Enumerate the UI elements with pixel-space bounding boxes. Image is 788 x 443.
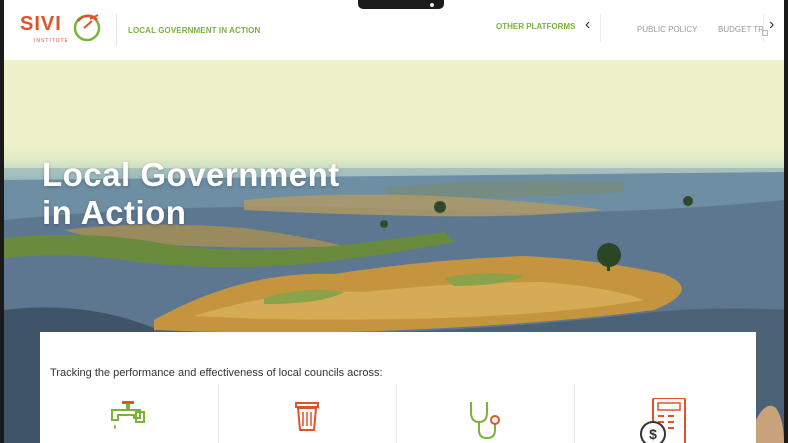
stethoscope-icon (469, 402, 500, 440)
tracking-card: Tracking the performance and effectivene… (40, 332, 756, 443)
site-header: SIVI INSTITUTE LOCAL GOVERNMENT IN ACTIO… (4, 0, 784, 60)
external-link-icon (762, 30, 768, 36)
site-title[interactable]: LOCAL GOVERNMENT IN ACTION (128, 26, 260, 35)
tile-water[interactable] (40, 384, 216, 443)
trash-bin-icon (294, 402, 319, 431)
chevron-right-icon[interactable]: › (769, 16, 774, 34)
webcam-notch (358, 0, 444, 9)
logo-ring-icon (73, 14, 101, 42)
svg-text:$: $ (649, 426, 657, 442)
logo-subtext: INSTITUTE (34, 38, 69, 44)
tracking-description: Tracking the performance and effectivene… (50, 367, 383, 379)
hero-title-line-1: Local Government (42, 156, 340, 193)
water-tap-icon (111, 401, 145, 429)
sivio-logo[interactable]: SIVI INSTITUTE (18, 11, 108, 51)
hero-title-line-2: in Action (42, 194, 187, 231)
platform-public-policy[interactable]: PUBLIC POLICY (637, 25, 697, 34)
tile-waste[interactable] (218, 384, 394, 443)
tile-health[interactable] (396, 384, 572, 443)
webcam-dot (430, 3, 434, 7)
calculator-dollar-icon: $ (639, 398, 686, 443)
logo-text: SIVI (20, 13, 62, 35)
other-platforms-label[interactable]: OTHER PLATFORMS (496, 22, 575, 31)
hero-banner: Local Government in Action Tracking the … (4, 60, 784, 443)
chevron-left-icon[interactable]: ‹ (585, 16, 590, 34)
tile-finance[interactable]: $ (574, 384, 750, 443)
browser-frame: SIVI INSTITUTE LOCAL GOVERNMENT IN ACTIO… (4, 0, 784, 443)
platform-budget-tracker[interactable]: BUDGET TRACKER (718, 25, 764, 34)
header-divider (116, 14, 117, 46)
hero-title: Local Government in Action (42, 156, 340, 232)
